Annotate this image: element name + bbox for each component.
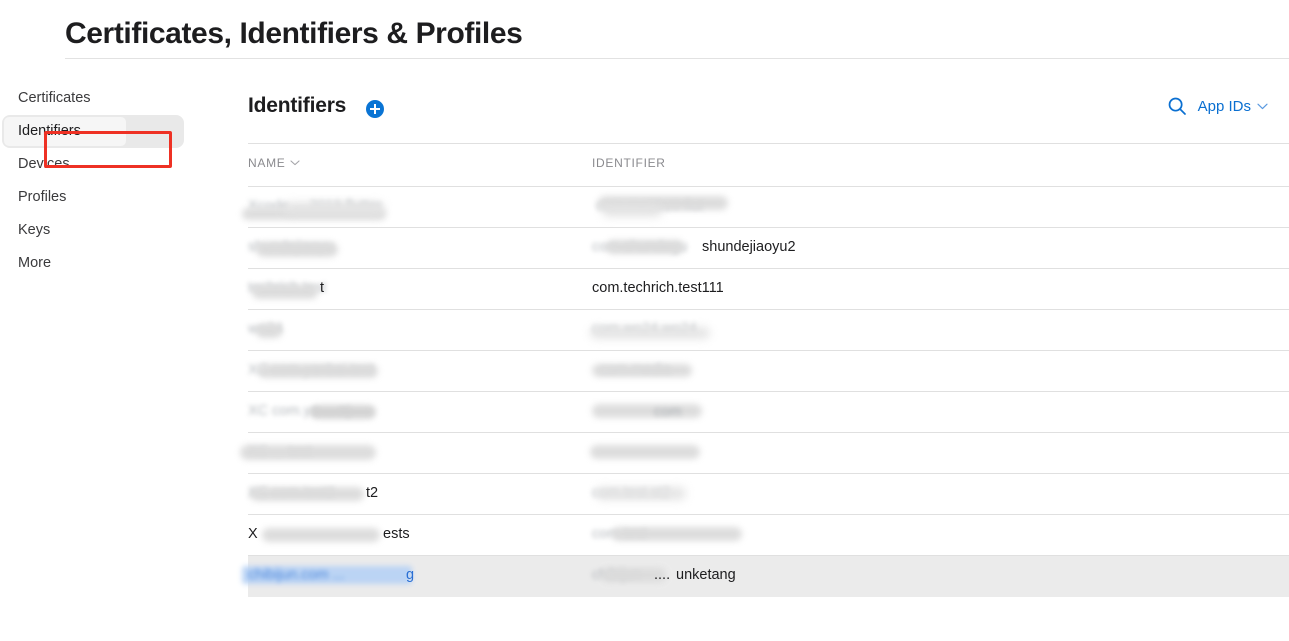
sidebar-item-label: Devices	[18, 156, 70, 172]
content-toolbar: App IDs	[1167, 96, 1268, 116]
chevron-down-icon	[1257, 103, 1268, 110]
sidebar-item-label: Certificates	[18, 90, 91, 106]
table-row[interactable]: XC com.ya ... nj com	[248, 392, 1289, 433]
sidebar-item-label: Identifiers	[18, 123, 81, 139]
add-identifier-button[interactable]	[366, 100, 384, 118]
cell-identifier-visible: com.techrich.test111	[592, 280, 724, 296]
table-row[interactable]: XC com.yanbai.test com.media	[248, 351, 1289, 392]
table-row[interactable]: XC ... test	[240, 433, 1289, 474]
search-icon[interactable]	[1167, 96, 1187, 116]
page-root: Certificates, Identifiers & Profiles Cer…	[0, 0, 1289, 641]
table-row[interactable]: Xcode ... 2019 flutter com.me0510.flut	[242, 187, 1289, 228]
sidebar-item-label: More	[18, 255, 52, 271]
table-row[interactable]: chibijun.com ... g chibijun .... unketan…	[242, 556, 1289, 597]
page-title: Certificates, Identifiers & Profiles	[65, 17, 523, 50]
table-top-divider	[248, 143, 1289, 144]
app-ids-filter-dropdown[interactable]: App IDs	[1198, 98, 1268, 115]
chevron-down-icon	[290, 160, 301, 166]
cell-identifier-visible: unketang	[676, 567, 736, 583]
header-divider	[65, 58, 1289, 59]
table-row[interactable]: shundejiaoyu com.shundegu shundejiaoyu2	[248, 228, 1289, 269]
sidebar-item-label: Profiles	[18, 189, 67, 205]
sidebar-item-identifiers[interactable]: Identifiers	[0, 115, 240, 148]
sidebar: Certificates Identifiers Devices Profile…	[0, 82, 240, 322]
table-row[interactable]: X ests com.test	[248, 515, 1289, 556]
content-header: Identifiers App IDs	[248, 82, 1289, 143]
page-header: Certificates, Identifiers & Profiles	[0, 0, 1289, 59]
column-header-name[interactable]: NAME	[248, 156, 301, 170]
filter-value-label: App IDs	[1197, 97, 1251, 115]
table-row[interactable]: wo24 com.wo24.wo24	[248, 310, 1289, 351]
column-header-name-label: NAME	[248, 156, 286, 170]
section-title: Identifiers	[248, 94, 347, 117]
sidebar-item-devices[interactable]: Devices	[0, 148, 240, 181]
sidebar-item-certificates[interactable]: Certificates	[0, 82, 240, 115]
column-header-identifier: IDENTIFIER	[592, 156, 666, 170]
sidebar-item-label: Keys	[18, 222, 51, 238]
sidebar-item-more[interactable]: More	[0, 247, 240, 280]
main-content: Identifiers App IDs NAME IDENTIFIER Xcod…	[240, 82, 1289, 597]
sidebar-item-keys[interactable]: Keys	[0, 214, 240, 247]
cell-identifier-visible: shundejiaoyu2	[702, 239, 796, 255]
sidebar-item-profiles[interactable]: Profiles	[0, 181, 240, 214]
table-row[interactable]: techrich test t com.techrich.test111	[248, 269, 1289, 310]
table-row[interactable]: XC com.test2 t2 com.test.st2	[248, 474, 1289, 515]
